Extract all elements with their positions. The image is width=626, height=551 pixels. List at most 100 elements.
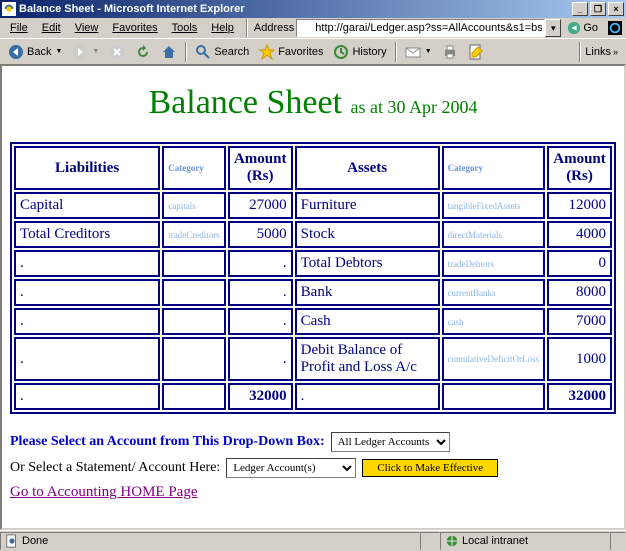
- stop-icon: [109, 44, 125, 60]
- heading-sub: as at 30 Apr 2004: [346, 97, 477, 117]
- hdr-category-left: Category: [162, 146, 225, 190]
- maximize-button[interactable]: ❐: [590, 2, 606, 16]
- ie-logo-icon: [608, 21, 622, 35]
- liab-cell: .: [14, 250, 160, 277]
- status-zone: Local intranet: [462, 535, 528, 547]
- amt-cell: 8000: [547, 279, 612, 306]
- asset-cell: Stock: [295, 221, 440, 248]
- amt-cell: 0: [547, 250, 612, 277]
- address-dropdown[interactable]: ▼: [545, 19, 561, 37]
- titlebar: Balance Sheet - Microsoft Internet Explo…: [0, 0, 626, 18]
- amt-cell: 4000: [547, 221, 612, 248]
- forward-icon: [72, 44, 88, 60]
- table-row: . . Debit Balance of Profit and Loss A/c…: [14, 337, 612, 381]
- statement-label: Or Select a Statement/ Account Here:: [10, 460, 220, 476]
- statement-select[interactable]: Ledger Account(s): [226, 458, 356, 478]
- amt-cell: 12000: [547, 192, 612, 219]
- close-button[interactable]: ×: [608, 2, 624, 16]
- category-link[interactable]: capitals: [168, 201, 196, 211]
- edit-button[interactable]: [464, 42, 488, 62]
- amt-cell: 5000: [228, 221, 293, 248]
- stop-button[interactable]: [105, 42, 129, 62]
- select-account-label: Please Select an Account from This Drop-…: [10, 434, 325, 450]
- hdr-liabilities: Liabilities: [14, 146, 160, 190]
- home-link[interactable]: Go to Accounting HOME Page: [10, 484, 197, 501]
- refresh-button[interactable]: [131, 42, 155, 62]
- back-button[interactable]: Back▼: [4, 42, 66, 62]
- address-input[interactable]: [296, 19, 545, 37]
- asset-cell: Cash: [295, 308, 440, 335]
- minimize-button[interactable]: _: [572, 2, 588, 16]
- asset-cell: Total Debtors: [295, 250, 440, 277]
- mail-icon: [405, 44, 421, 60]
- category-link[interactable]: cumulativeDeficitOrLoss: [448, 354, 539, 364]
- edit-icon: [468, 44, 484, 60]
- table-row: . . Bank currentBanks 8000: [14, 279, 612, 306]
- liab-cell: .: [14, 308, 160, 335]
- liab-cell: Capital: [14, 192, 160, 219]
- table-total-row: . 32000 . 32000: [14, 383, 612, 410]
- print-button[interactable]: [438, 42, 462, 62]
- category-link[interactable]: tangibleFixedAssets: [448, 201, 521, 211]
- amt-cell: 27000: [228, 192, 293, 219]
- amt-cell: .: [228, 279, 293, 306]
- heading-main: Balance Sheet: [148, 84, 342, 121]
- menu-edit[interactable]: Edit: [36, 20, 67, 36]
- menu-tools[interactable]: Tools: [166, 20, 204, 36]
- search-button[interactable]: Search: [191, 42, 253, 62]
- mail-button[interactable]: ▼: [401, 42, 436, 62]
- go-icon: [567, 21, 581, 35]
- window-title: Balance Sheet - Microsoft Internet Explo…: [19, 3, 572, 15]
- statusbar: Done Local intranet: [0, 530, 626, 550]
- menu-view[interactable]: View: [69, 20, 105, 36]
- hdr-amount-right: Amount (Rs): [547, 146, 612, 190]
- links-label[interactable]: Links: [585, 46, 611, 58]
- account-select[interactable]: All Ledger Accounts: [331, 432, 450, 452]
- hdr-category-right: Category: [442, 146, 545, 190]
- status-done: Done: [22, 535, 48, 547]
- history-button[interactable]: History: [329, 42, 390, 62]
- done-icon: [5, 534, 19, 548]
- menu-help[interactable]: Help: [205, 20, 240, 36]
- category-link[interactable]: directMaterials: [448, 230, 502, 240]
- amt-cell: 1000: [547, 337, 612, 381]
- menubar: File Edit View Favorites Tools Help Addr…: [0, 18, 626, 38]
- table-row: Capital capitals 27000 Furniture tangibl…: [14, 192, 612, 219]
- page-content: Balance Sheet as at 30 Apr 2004 Liabilit…: [0, 64, 626, 530]
- page-heading: Balance Sheet as at 30 Apr 2004: [10, 84, 616, 122]
- menu-favorites[interactable]: Favorites: [106, 20, 163, 36]
- address-label: Address: [254, 22, 294, 34]
- category-link[interactable]: currentBanks: [448, 288, 496, 298]
- menu-file[interactable]: File: [4, 20, 34, 36]
- amt-cell: 7000: [547, 308, 612, 335]
- make-effective-button[interactable]: Click to Make Effective: [362, 459, 498, 477]
- asset-cell: Bank: [295, 279, 440, 306]
- favorites-icon: [259, 44, 275, 60]
- liab-cell: Total Creditors: [14, 221, 160, 248]
- amt-cell: .: [228, 308, 293, 335]
- ie-icon: [2, 2, 16, 16]
- favorites-button[interactable]: Favorites: [255, 42, 327, 62]
- zone-icon: [445, 534, 459, 548]
- liab-total: .: [14, 383, 160, 410]
- liab-cell: .: [14, 279, 160, 306]
- liab-total-amt: 32000: [228, 383, 293, 410]
- liab-cell: .: [14, 337, 160, 381]
- table-row: . . Total Debtors tradeDebtors 0: [14, 250, 612, 277]
- asset-cell: Furniture: [295, 192, 440, 219]
- asset-total: .: [295, 383, 440, 410]
- category-link[interactable]: cash: [448, 317, 464, 327]
- amt-cell: .: [228, 337, 293, 381]
- table-row: Total Creditors tradeCreditors 5000 Stoc…: [14, 221, 612, 248]
- asset-total-amt: 32000: [547, 383, 612, 410]
- balance-sheet-table: Liabilities Category Amount (Rs) Assets …: [10, 142, 616, 414]
- refresh-icon: [135, 44, 151, 60]
- category-link[interactable]: tradeDebtors: [448, 259, 494, 269]
- amt-cell: .: [228, 250, 293, 277]
- search-icon: [195, 44, 211, 60]
- home-button[interactable]: [157, 42, 181, 62]
- history-icon: [333, 44, 349, 60]
- category-link[interactable]: tradeCreditors: [168, 230, 219, 240]
- forward-button[interactable]: ▼: [68, 42, 103, 62]
- go-button[interactable]: Go: [563, 21, 602, 35]
